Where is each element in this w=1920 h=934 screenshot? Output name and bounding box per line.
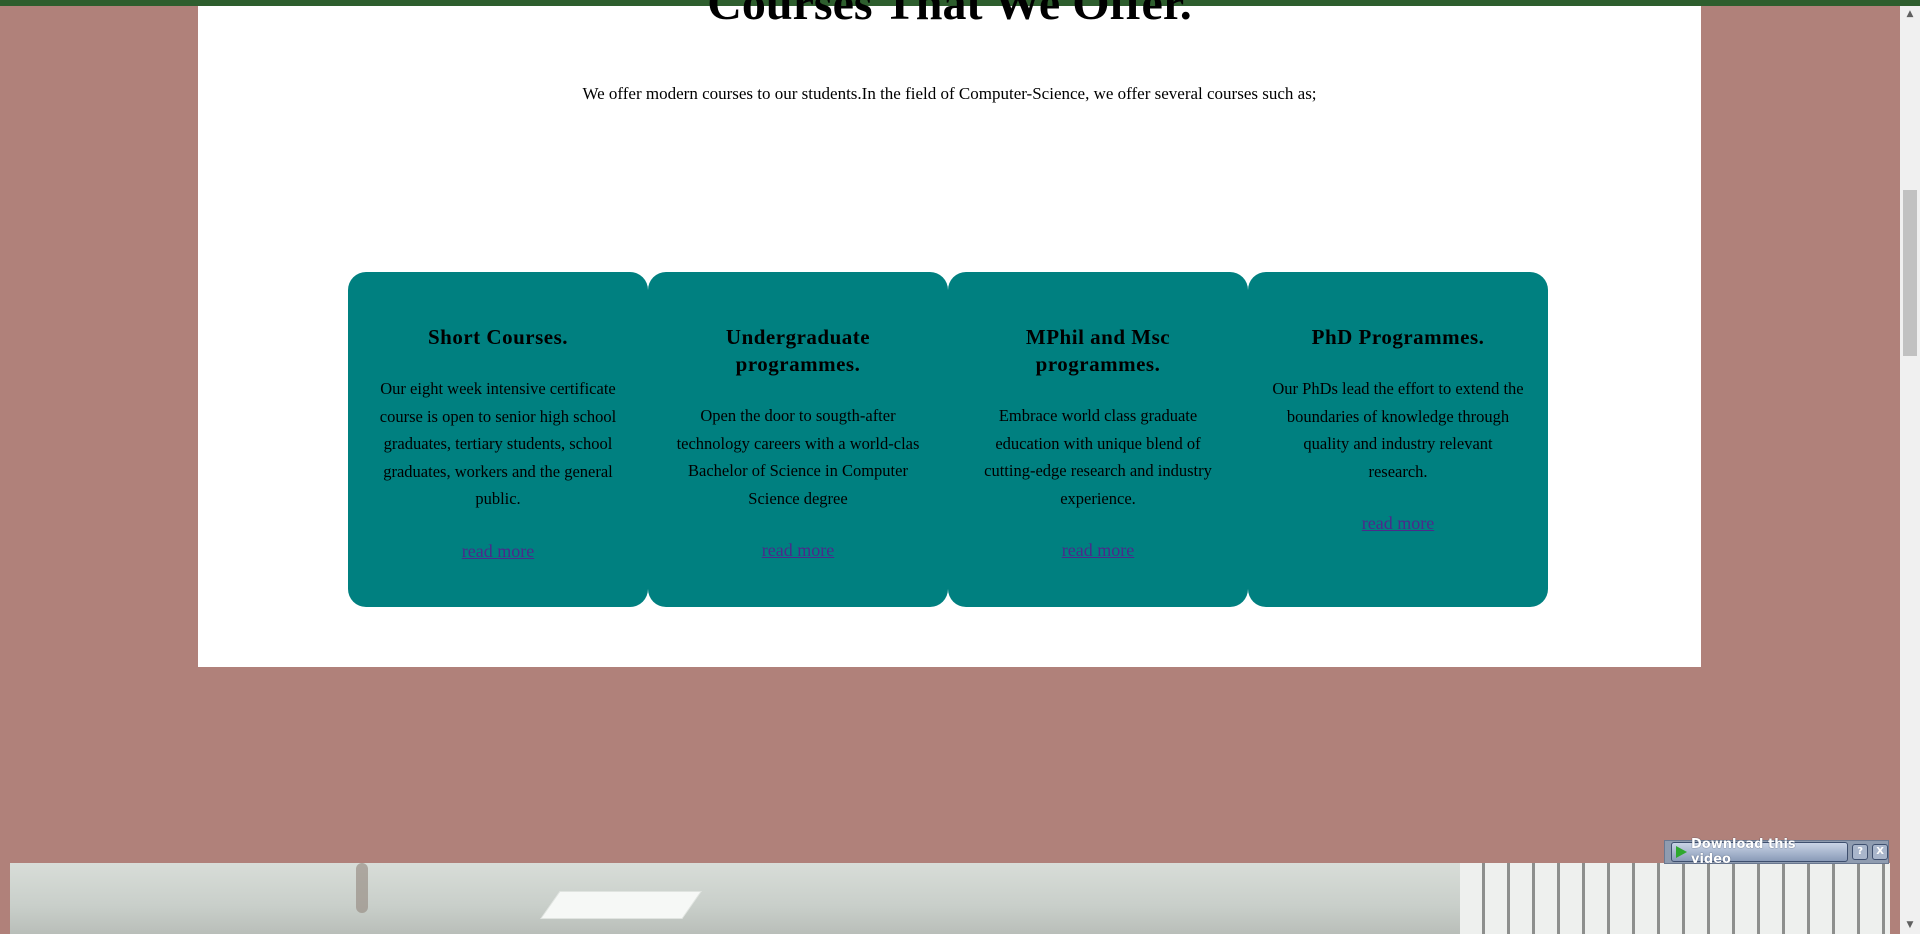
scroll-down-arrow-icon[interactable]: ▼ bbox=[1900, 917, 1920, 934]
course-card-short: Short Courses. Our eight week intensive … bbox=[348, 272, 648, 607]
read-more-link[interactable]: read more bbox=[1362, 513, 1434, 533]
card-title: MPhil and Msc programmes. bbox=[1025, 325, 1171, 376]
course-cards: Short Courses. Our eight week intensive … bbox=[348, 272, 1548, 607]
intro-text: We offer modern courses to our students.… bbox=[582, 84, 1317, 103]
card-title: Short Courses. bbox=[427, 325, 568, 349]
read-more-link[interactable]: read more bbox=[462, 541, 534, 561]
card-description: Our eight week intensive certificate cou… bbox=[379, 379, 617, 508]
card-description: Our PhDs lead the effort to extend the b… bbox=[1272, 379, 1524, 481]
course-card-mphil: MPhil and Msc programmes. Embrace world … bbox=[948, 272, 1248, 607]
course-card-undergraduate: Undergraduate programmes. Open the door … bbox=[648, 272, 948, 607]
video-preview[interactable] bbox=[10, 863, 1890, 934]
download-video-bar: Download this video ? X bbox=[1664, 837, 1889, 867]
vertical-scrollbar[interactable]: ▲ ▼ bbox=[1900, 6, 1920, 934]
courses-panel: Courses That We Offer. We offer modern c… bbox=[198, 0, 1701, 667]
ceiling-fan-image bbox=[356, 863, 368, 913]
card-description: Open the door to sougth-after technology… bbox=[676, 406, 920, 508]
page-title: Courses That We Offer. bbox=[707, 0, 1192, 30]
course-card-phd: PhD Programmes. Our PhDs lead the effort… bbox=[1248, 272, 1548, 607]
card-description: Embrace world class graduate education w… bbox=[984, 406, 1212, 508]
card-title: Undergraduate programmes. bbox=[725, 325, 871, 376]
download-video-label: Download this video bbox=[1691, 837, 1796, 867]
scrollbar-thumb[interactable] bbox=[1903, 190, 1917, 356]
window-blinds-image bbox=[1460, 863, 1890, 934]
close-button[interactable]: X bbox=[1872, 844, 1889, 860]
download-video-button[interactable]: Download this video bbox=[1671, 837, 1849, 867]
play-icon bbox=[1676, 846, 1687, 858]
card-title: PhD Programmes. bbox=[1311, 325, 1485, 349]
scroll-up-arrow-icon[interactable]: ▲ bbox=[1900, 6, 1920, 23]
read-more-link[interactable]: read more bbox=[762, 540, 834, 560]
help-button[interactable]: ? bbox=[1852, 844, 1869, 860]
ceiling-light-image bbox=[540, 891, 702, 919]
read-more-link[interactable]: read more bbox=[1062, 540, 1134, 560]
